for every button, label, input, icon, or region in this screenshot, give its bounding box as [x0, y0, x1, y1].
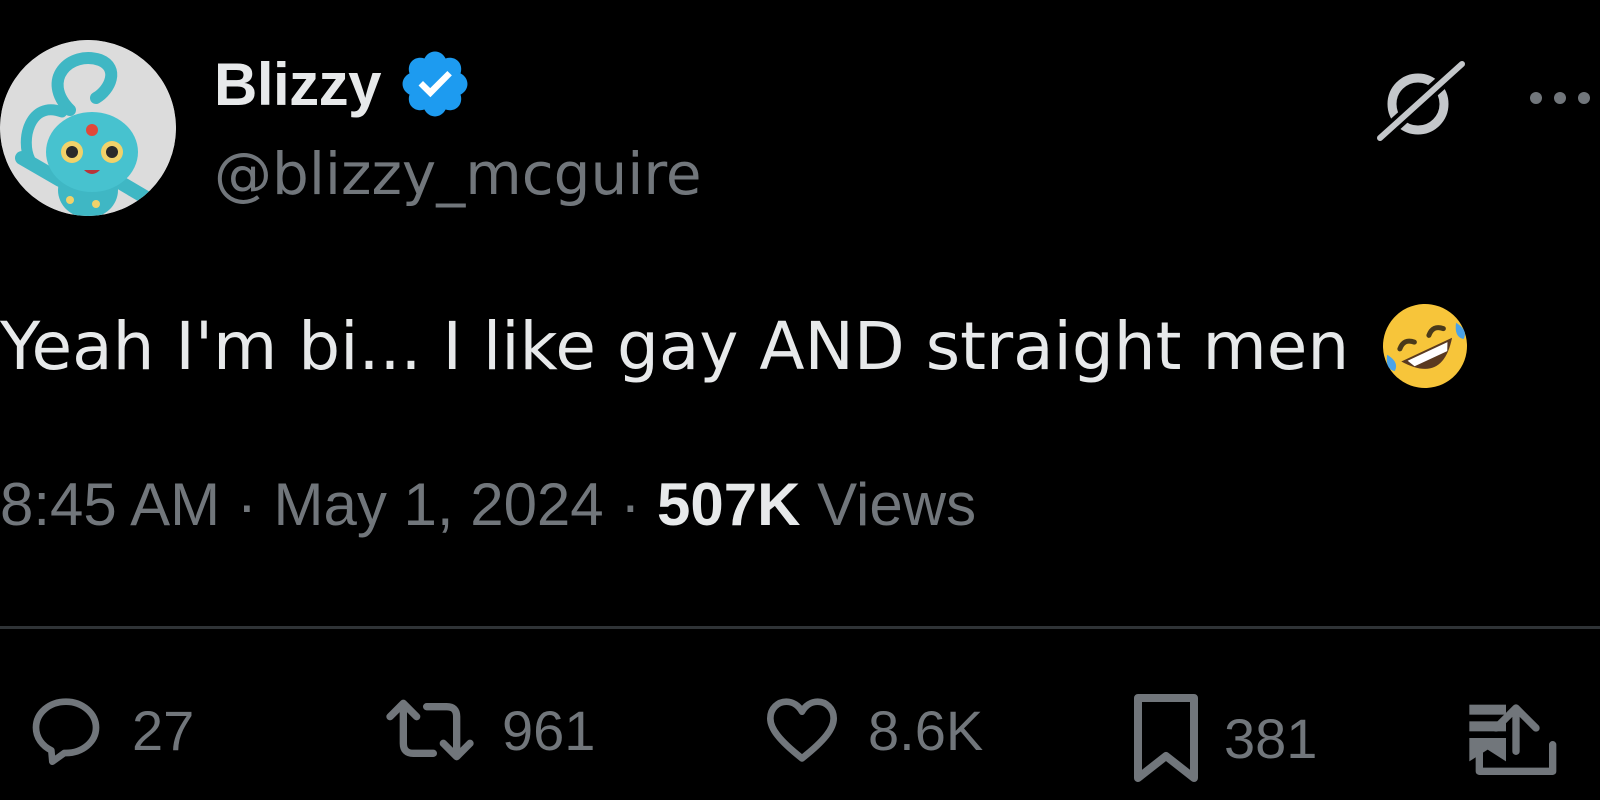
author-name-row[interactable]: Blizzy: [214, 48, 473, 120]
reply-icon: [32, 698, 100, 765]
reply-count: 27: [132, 698, 195, 762]
meta-separator: ·: [236, 471, 274, 538]
bookmark-icon: [1134, 694, 1198, 782]
tweet-text: Yeah I'm bi... I like gay AND straight m…: [0, 307, 1350, 385]
grok-icon[interactable]: [1376, 60, 1466, 142]
meta-separator-2: ·: [620, 471, 658, 538]
like-count: 8.6K: [868, 698, 984, 762]
tweet-text-row: Yeah I'm bi... I like gay AND straight m…: [0, 298, 1473, 394]
repost-count: 961: [502, 698, 596, 762]
repost-button[interactable]: 961: [380, 690, 595, 770]
avatar[interactable]: [0, 40, 176, 216]
views-label[interactable]: Views: [817, 471, 976, 538]
more-options-icon[interactable]: [1526, 88, 1594, 108]
tweet-meta: 8:45 AM · May 1, 2024 · 507K Views: [0, 470, 976, 539]
manaphy-avatar-icon: [0, 40, 176, 216]
tweet-time[interactable]: 8:45 AM: [0, 471, 220, 538]
share-icon: [1469, 704, 1557, 775]
tweet-date[interactable]: May 1, 2024: [273, 471, 603, 538]
verified-badge-icon: [402, 51, 468, 117]
divider: [0, 626, 1600, 629]
repost-icon: [386, 699, 474, 761]
like-button[interactable]: 8.6K: [758, 690, 983, 770]
user-handle[interactable]: @blizzy_mcguire: [214, 140, 702, 208]
tweet-detail: Blizzy @blizzy_mcguire Yeah I'm bi... I …: [0, 0, 1600, 800]
share-button[interactable]: [1466, 698, 1566, 778]
heart-icon: [767, 698, 837, 762]
display-name[interactable]: Blizzy: [214, 50, 382, 119]
bookmark-count: 381: [1224, 706, 1318, 770]
bookmark-button[interactable]: 381: [1130, 690, 1317, 786]
reply-button[interactable]: 27: [22, 690, 194, 770]
views-count[interactable]: 507K: [657, 471, 800, 538]
rolling-on-floor-laughing-emoji-icon: [1383, 304, 1468, 388]
